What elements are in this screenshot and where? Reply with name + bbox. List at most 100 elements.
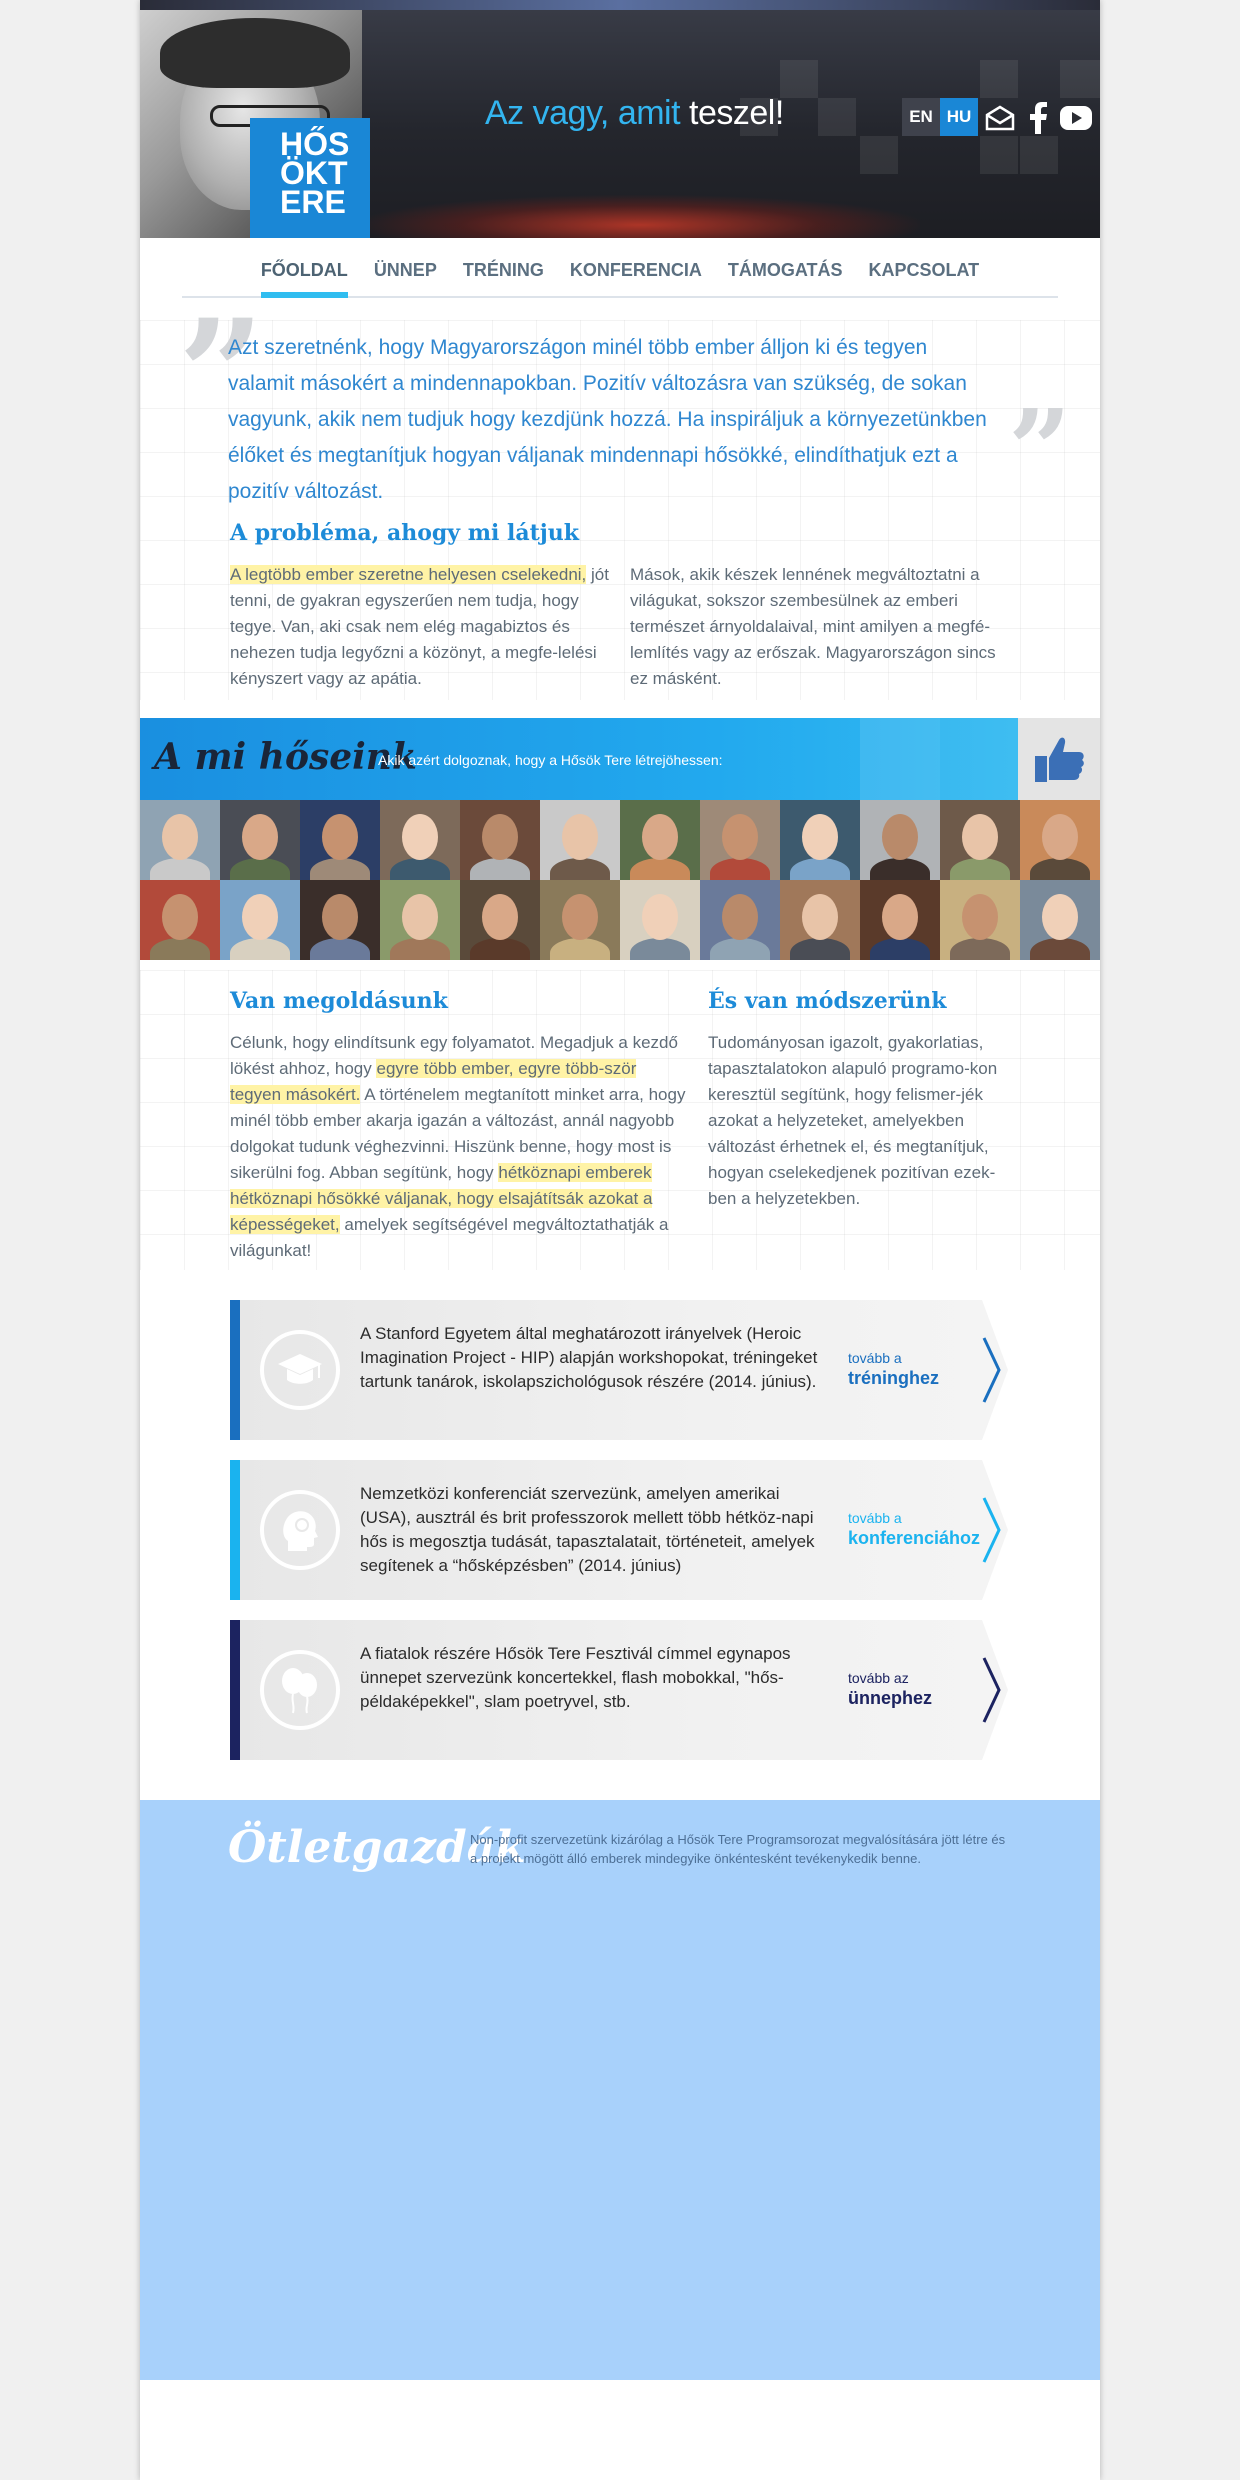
hero-photo-head [802,894,838,940]
nav-item-unnep[interactable]: ÜNNEP [361,260,450,298]
mail-icon[interactable] [982,100,1018,136]
hero-photo [380,800,460,880]
hero-photo-body [630,858,690,880]
hero-photo-body [310,858,370,880]
header-pixel-decor [980,60,1018,98]
card-more-link[interactable]: tovább a tréninghez [848,1350,939,1389]
hero-photo-head [962,814,998,860]
language-switcher: EN HU [902,98,978,136]
tagline-part2: amit [617,94,681,132]
hero-photo [780,800,860,880]
header-top-strip [140,0,1100,10]
card-accent-bar [230,1300,240,1440]
header-pixel-decor [980,136,1018,174]
hero-photo-head [562,814,598,860]
hero-photo [1020,800,1100,880]
hero-photo-body [790,938,850,960]
nav-item-fooldal[interactable]: FŐOLDAL [248,260,361,298]
like-button[interactable] [1018,718,1100,800]
hero-photo-head [1042,814,1078,860]
hero-photo [940,880,1020,960]
hero-photo-body [150,858,210,880]
header-pixel-decor [1020,136,1058,174]
hero-photo [860,800,940,880]
hero-photo-body [630,938,690,960]
nav-item-tamogatas[interactable]: TÁMOGATÁS [715,260,856,298]
card-accent-bar [230,1460,240,1600]
problem-text-left: A legtöbb ember szeretne helyesen cselek… [230,562,610,692]
hero-photo [300,880,380,960]
hero-photo-head [162,814,198,860]
header-glow [360,195,920,238]
hero-photo-body [1030,858,1090,880]
chevron-right-icon [982,1337,1001,1403]
hero-photo-body [950,858,1010,880]
problem-text-right: Mások, akik készek lennének megváltoztat… [630,565,996,688]
graduation-cap-icon [260,1330,340,1410]
hero-photo-head [322,894,358,940]
card-more-link[interactable]: tovább az ünnephez [848,1670,932,1709]
program-card-unnep[interactable]: A fiatalok részére Hősök Tere Fesztivál … [230,1620,1008,1760]
hero-photo [1020,880,1100,960]
tagline-part1: Az vagy, [485,94,609,132]
tagline: Az vagy, amit teszel! [485,94,784,133]
hero-photo-body [1030,938,1090,960]
nav-item-kapcsolat[interactable]: KAPCSOLAT [856,260,993,298]
hero-photo-head [642,814,678,860]
hero-photo [380,880,460,960]
card-more-link[interactable]: tovább a konferenciához [848,1510,980,1549]
hero-photo-body [310,938,370,960]
hero-photo-head [162,894,198,940]
hero-photo-body [470,858,530,880]
header-pixel-decor [1060,60,1100,98]
nav-item-trening[interactable]: TRÉNING [450,260,557,298]
hero-photo [540,800,620,880]
chevron-right-icon [982,1657,1001,1723]
solution-text: Célunk, hogy elindítsunk egy folyamatot.… [230,1030,690,1264]
hero-photo-head [482,894,518,940]
site-logo[interactable]: HŐS ÖKT ERE [250,118,370,238]
hero-photo [700,880,780,960]
header-pixel-decor [818,98,856,136]
card-text: A fiatalok részére Hősök Tere Fesztivál … [360,1644,791,1711]
hero-photo-body [550,858,610,880]
hero-photo-head [642,894,678,940]
language-hu[interactable]: HU [940,98,978,136]
card-more-small: tovább a [848,1510,902,1526]
hero-photo-head [242,894,278,940]
heroes-band: A mi hőseink Akik azért dolgoznak, hogy … [140,718,1100,800]
card-text: A Stanford Egyetem által meghatározott i… [360,1324,818,1391]
nav-item-konferencia[interactable]: KONFERENCIA [557,260,715,298]
program-card-konferencia[interactable]: Nemzetközi konferenciát szervezünk, amel… [230,1460,1008,1600]
facebook-icon[interactable] [1020,100,1056,136]
hero-photo-body [950,938,1010,960]
photo-hair [160,18,350,88]
hero-photo-body [390,938,450,960]
hero-photo [620,800,700,880]
hero-photo-head [482,814,518,860]
hero-photo [140,800,220,880]
band-tile-decor [860,718,940,800]
language-en[interactable]: EN [902,98,940,136]
hero-photo [300,800,380,880]
card-more-big: tréninghez [848,1368,940,1388]
hero-photo-head [242,814,278,860]
youtube-icon[interactable] [1058,100,1094,136]
card-more-big: konferenciához [848,1528,981,1548]
problem-heading: A probléma, ahogy mi látjuk [230,520,579,546]
solution-heading: Van megoldásunk [230,988,448,1014]
hero-photo-body [870,858,930,880]
card-text: Nemzetközi konferenciát szervezünk, amel… [360,1484,815,1575]
hero-photo-body [230,938,290,960]
method-text: Tudományosan igazolt, gyakorlatias, tapa… [708,1033,998,1208]
hero-photo-head [562,894,598,940]
hero-photo-head [882,814,918,860]
program-card-trening[interactable]: A Stanford Egyetem által meghatározott i… [230,1300,1008,1440]
header: HŐS ÖKT ERE Az vagy, amit teszel! EN HU [140,0,1100,238]
card-accent-bar [230,1620,240,1760]
hero-photo-head [722,894,758,940]
hero-photo [700,800,780,880]
ideas-section: Ötletgazdák Non-profit szervezetünk kizá… [140,1800,1100,2380]
hero-photo [460,880,540,960]
hero-photo-body [710,858,770,880]
